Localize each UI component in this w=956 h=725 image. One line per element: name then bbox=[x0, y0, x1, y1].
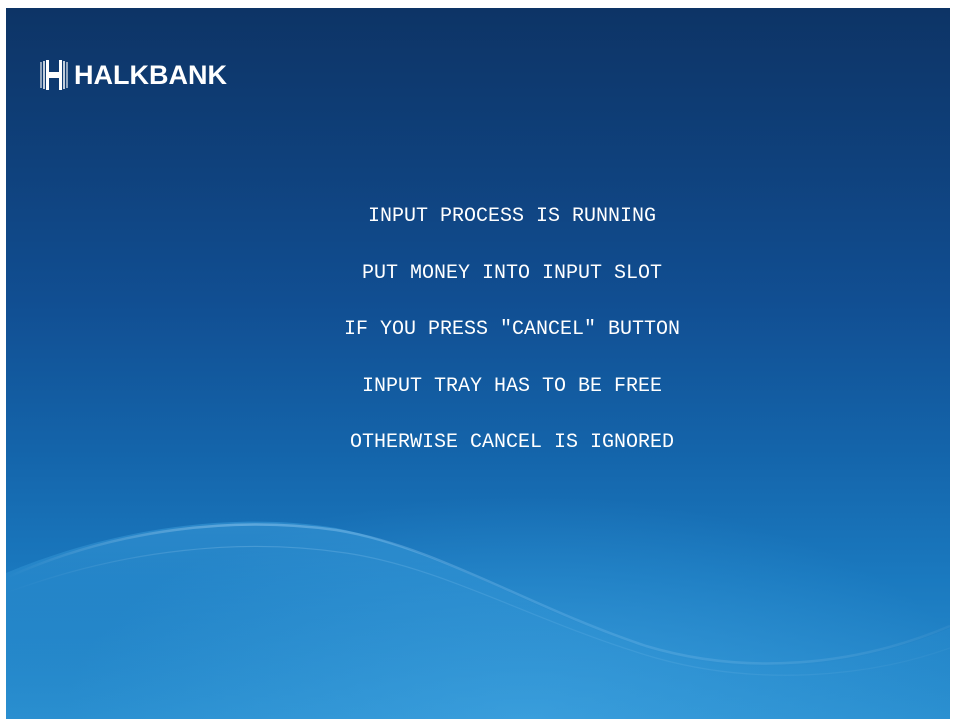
message-line-3: IF YOU PRESS "CANCEL" BUTTON bbox=[343, 318, 681, 341]
message-line-1: INPUT PROCESS IS RUNNING bbox=[367, 205, 657, 228]
message-line-4: INPUT TRAY HAS TO BE FREE bbox=[361, 374, 663, 398]
message-line-2: PUT MONEY INTO INPUT SLOT bbox=[361, 261, 663, 285]
atm-screen: HALKBANK INPUT PROCESS IS RUNNING PUT MO… bbox=[6, 8, 950, 719]
message-line-5: OTHERWISE CANCEL IS IGNORED bbox=[349, 431, 675, 454]
brand-name: HALKBANK bbox=[74, 60, 227, 90]
instruction-messages: INPUT PROCESS IS RUNNING PUT MONEY INTO … bbox=[6, 203, 950, 486]
halkbank-logo: HALKBANK bbox=[39, 58, 227, 92]
halkbank-logo-mark-icon bbox=[40, 60, 68, 90]
